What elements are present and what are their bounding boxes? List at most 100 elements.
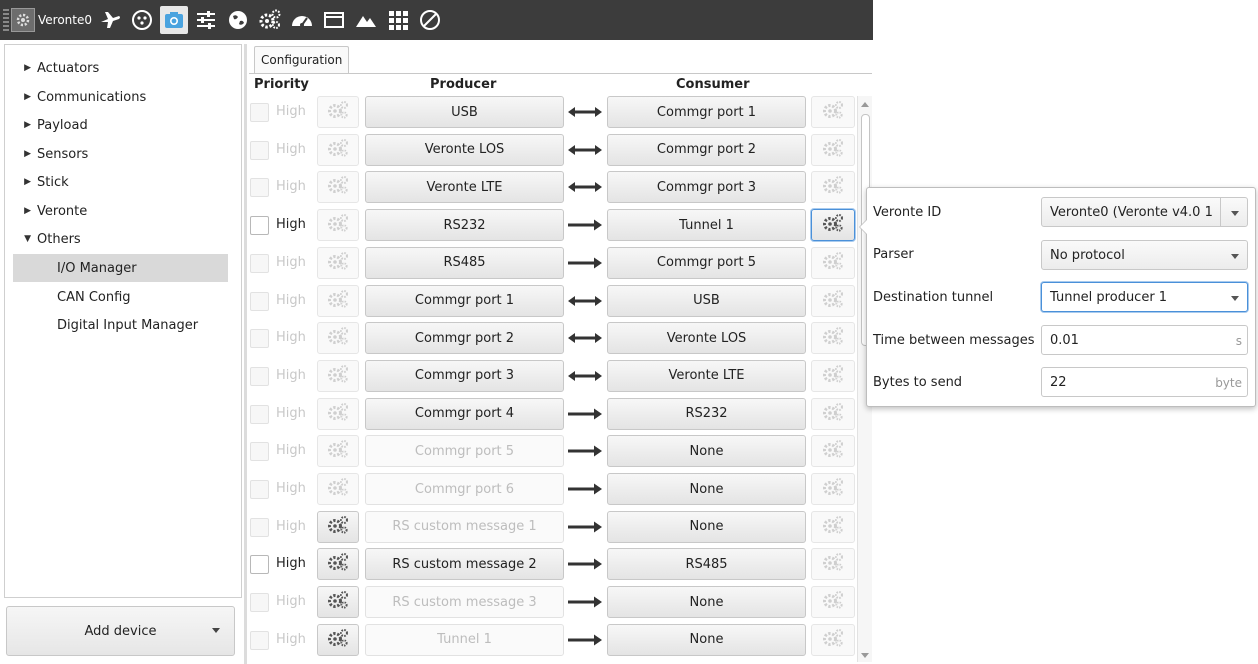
consumer-button[interactable]: RS485 [607,548,806,581]
priority-checkbox[interactable] [250,555,269,575]
priority-checkbox[interactable] [250,593,269,613]
device-selector[interactable]: Veronte0 [3,6,92,34]
expand-triangle-icon[interactable]: ▶ [15,206,31,216]
collapse-triangle-icon[interactable]: ▼ [15,234,31,244]
producer-button[interactable]: Veronte LTE [365,171,564,204]
expand-triangle-icon[interactable]: ▶ [15,63,31,73]
add-device-button[interactable]: Add device [6,606,235,656]
time-between-messages-input[interactable]: 0.01 s [1041,325,1248,355]
consumer-settings-button[interactable] [811,359,855,392]
tab-configuration[interactable]: Configuration [254,46,350,73]
window-icon[interactable] [320,6,348,34]
consumer-settings-button[interactable] [811,209,855,242]
producer-button[interactable]: RS232 [365,209,564,242]
consumer-settings-button[interactable] [811,322,855,355]
priority-checkbox[interactable] [250,140,269,160]
consumer-settings-button[interactable] [811,435,855,468]
priority-checkbox[interactable] [250,291,269,311]
consumer-settings-button[interactable] [811,284,855,317]
consumer-settings-button[interactable] [811,623,855,656]
producer-settings-button[interactable] [317,473,359,505]
priority-checkbox[interactable] [250,366,269,386]
consumer-settings-button[interactable] [811,96,855,128]
sliders-icon[interactable] [192,6,220,34]
consumer-button[interactable]: None [607,586,806,619]
consumer-button[interactable]: Tunnel 1 [607,209,806,242]
consumer-button[interactable]: RS232 [607,397,806,430]
consumer-button[interactable]: Veronte LTE [607,359,806,392]
producer-settings-button[interactable] [317,397,359,430]
priority-checkbox[interactable] [250,216,269,236]
panel-splitter[interactable] [244,44,247,664]
radio-icon[interactable] [128,6,156,34]
consumer-button[interactable]: None [607,623,806,656]
priority-checkbox[interactable] [250,253,269,273]
parser-select[interactable]: No protocol [1041,240,1248,270]
priority-checkbox[interactable] [250,329,269,349]
scroll-down-icon[interactable] [861,653,869,658]
priority-checkbox[interactable] [250,480,269,499]
producer-settings-button[interactable] [317,171,359,204]
producer-button[interactable]: Commgr port 5 [365,435,564,468]
priority-checkbox[interactable] [250,103,269,122]
producer-button[interactable]: Commgr port 4 [365,397,564,430]
tree-item-digital-input-manager[interactable]: Digital Input Manager [57,311,198,339]
producer-settings-button[interactable] [317,359,359,392]
priority-checkbox[interactable] [250,630,269,650]
producer-button[interactable]: Commgr port 1 [365,284,564,317]
consumer-button[interactable]: Commgr port 1 [607,96,806,128]
expand-triangle-icon[interactable]: ▶ [15,92,31,102]
plane-icon[interactable] [96,6,124,34]
producer-settings-button[interactable] [317,586,359,619]
producer-settings-button[interactable] [317,510,359,543]
globe-icon[interactable] [224,6,252,34]
producer-button[interactable]: Tunnel 1 [365,623,564,656]
consumer-settings-button[interactable] [811,171,855,204]
camera-icon[interactable] [160,6,188,34]
consumer-settings-button[interactable] [811,246,855,279]
drag-handle-icon[interactable] [3,9,9,31]
expand-triangle-icon[interactable]: ▶ [15,149,31,159]
scroll-up-icon[interactable] [861,102,869,107]
consumer-settings-button[interactable] [811,586,855,619]
producer-settings-button[interactable] [317,623,359,656]
consumer-button[interactable]: Commgr port 3 [607,171,806,204]
tree-item-payload[interactable]: ▶ Payload [15,111,88,139]
consumer-button[interactable]: Commgr port 5 [607,246,806,279]
tree-item-others[interactable]: ▼ Others [15,225,81,253]
producer-button[interactable]: Veronte LOS [365,133,564,166]
producer-settings-button[interactable] [317,209,359,242]
producer-settings-button[interactable] [317,435,359,468]
producer-settings-button[interactable] [317,322,359,355]
veronte-id-select[interactable]: Veronte0 (Veronte v4.0 1 [1041,197,1248,227]
priority-checkbox[interactable] [250,442,269,462]
tree-item-io-manager[interactable]: I/O Manager [13,254,228,282]
consumer-button[interactable]: None [607,435,806,468]
consumer-settings-button[interactable] [811,397,855,430]
consumer-button[interactable]: Veronte LOS [607,322,806,355]
destination-tunnel-select[interactable]: Tunnel producer 1 [1041,282,1248,312]
consumer-button[interactable]: None [607,473,806,505]
producer-settings-button[interactable] [317,133,359,166]
producer-button[interactable]: RS485 [365,246,564,279]
consumer-button[interactable]: None [607,510,806,543]
expand-triangle-icon[interactable]: ▶ [15,120,31,130]
bytes-to-send-input[interactable]: 22 byte [1041,367,1248,397]
tree-item-communications[interactable]: ▶ Communications [15,83,146,111]
consumer-settings-button[interactable] [811,473,855,505]
producer-button[interactable]: Commgr port 6 [365,473,564,505]
grid-icon[interactable] [384,6,412,34]
producer-settings-button[interactable] [317,284,359,317]
tree-item-veronte[interactable]: ▶ Veronte [15,197,87,225]
producer-button[interactable]: Commgr port 3 [365,359,564,392]
producer-button[interactable]: RS custom message 2 [365,548,564,581]
producer-button[interactable]: RS custom message 1 [365,510,564,543]
producer-settings-button[interactable] [317,96,359,128]
consumer-settings-button[interactable] [811,510,855,543]
consumer-settings-button[interactable] [811,548,855,581]
producer-button[interactable]: RS custom message 3 [365,586,564,619]
gears-icon[interactable] [256,6,284,34]
producer-button[interactable]: USB [365,96,564,128]
disabled-icon[interactable] [416,6,444,34]
producer-button[interactable]: Commgr port 2 [365,322,564,355]
